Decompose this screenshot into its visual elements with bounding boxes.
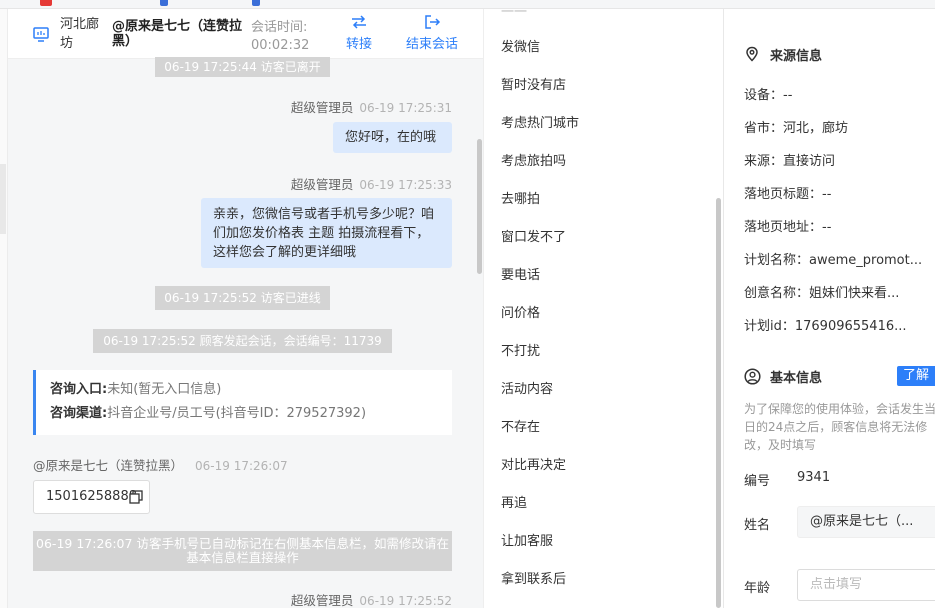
transfer-label: 转接 [345,37,372,52]
browser-tab-strip [0,0,935,9]
agent-meta: 超级管理员 06-19 17:25:31 [291,97,452,116]
name-label: 姓名 [744,518,771,533]
system-message: 06-19 17:25:52 访客已进线 [155,286,330,310]
age-input[interactable] [810,577,930,592]
quick-reply-item[interactable]: 拿到联系后 [501,568,566,587]
entry-value: 未知(暂无入口信息) [107,382,222,397]
transfer-icon [352,15,366,29]
agent-name: 超级管理员 [290,593,354,608]
source-field: 来源：直接访问 [744,154,836,169]
name-field[interactable]: @原来是七七（... [797,506,935,538]
quick-reply-item[interactable]: 问价格 [501,302,540,321]
edit-notice: 为了保障您的使用体验，会话发生当日的24点之后，顾客信息将无法修改，及时填写 [744,402,935,452]
plan-name-field: 计划名称：aweme_promot... [744,253,923,268]
province-field: 省市：河北，廊坊 [744,121,849,136]
quick-reply-item[interactable]: 暂时没有店 [501,74,566,93]
system-message: 06-19 17:26:07 访客手机号已自动标记在右侧基本信息栏，如需修改请在… [33,531,452,571]
quick-reply-item[interactable]: 去哪拍 [501,188,540,207]
creative-name-field: 创意名称：姐妹们快来看... [744,286,900,301]
message-time: 06-19 17:25:52 [359,594,452,608]
transfer-button[interactable]: 转接 [344,14,374,52]
tab-favicon [252,0,260,6]
learn-more-button[interactable]: 了解 ▾ [897,366,935,403]
quick-reply-list: 一一 发微信 暂时没有店 考虑热门城市 考虑旅拍吗 去哪拍 窗口发不了 要电话 … [483,9,719,608]
channel-label: 咨询渠道: [50,406,108,421]
session-time-label: 会话时间: [251,20,308,35]
exit-icon [425,15,441,29]
age-field[interactable] [797,569,935,601]
session-time-value: 00:02:32 [251,38,310,53]
consult-info-card: 咨询入口:未知(暂无入口信息) 咨询渠道:抖音企业号/员工号(抖音号ID：279… [33,370,452,435]
visitor-name: @原来是七七（连赞拉黑） [112,19,243,49]
visitor-location: 河北廊坊 [60,17,100,51]
agent-name: 超级管理员 [290,177,354,192]
source-info-title: 来源信息 [744,45,822,64]
agent-name: 超级管理员 [290,100,354,115]
chat-panel: 河北廊坊 @原来是七七（连赞拉黑） 会话时间: 00:02:32 转接 结束会话… [8,9,483,608]
id-label: 编号 [744,474,771,489]
end-session-label: 结束会话 [405,37,458,52]
quick-reply-item[interactable]: 考虑旅拍吗 [501,150,566,169]
visitor-name: @原来是七七（连赞拉黑） [33,458,184,473]
monitor-icon [33,27,49,42]
entry-label: 咨询入口: [50,382,108,397]
copy-icon[interactable] [129,490,143,504]
plan-id-field: 计划id：176909655416... [744,319,907,334]
device-field: 设备：-- [744,88,793,103]
quick-reply-partial: 一一 [501,9,528,20]
quick-reply-item[interactable]: 发微信 [501,36,540,55]
quick-reply-item[interactable]: 对比再决定 [501,454,566,473]
visitor-message-bubble: 15016258888 [33,480,150,514]
customer-info-panel: 来源信息 设备：-- 省市：河北，廊坊 来源：直接访问 落地页标题：-- 落地页… [724,9,935,608]
quick-reply-item[interactable]: 考虑热门城市 [501,112,579,131]
system-message: 06-19 17:25:44 访客已离开 [155,57,330,77]
chat-header: 河北廊坊 @原来是七七（连赞拉黑） 会话时间: 00:02:32 转接 结束会话 [8,9,483,59]
quick-reply-item[interactable]: 窗口发不了 [501,226,566,245]
landing-title-field: 落地页标题：-- [744,187,832,202]
app-root: 河北廊坊 @原来是七七（连赞拉黑） 会话时间: 00:02:32 转接 结束会话… [0,0,935,608]
quick-reply-item[interactable]: 让加客服 [501,530,553,549]
tab-favicon [160,0,168,6]
quick-reply-item[interactable]: 再追 [501,492,527,511]
system-message: 06-19 17:25:52 顾客发起会话，会话编号：11739 [93,329,392,353]
agent-meta: 超级管理员 06-19 17:25:52 [291,590,452,608]
end-session-button[interactable]: 结束会话 [402,14,462,52]
landing-url-field: 落地页地址：-- [744,220,832,235]
agent-message-bubble: 您好呀，在的哦 [333,122,452,153]
visitor-meta: @原来是七七（连赞拉黑） 06-19 17:26:07 [33,455,288,474]
basic-info-title: 基本信息 [744,367,822,386]
user-circle-icon [744,368,761,385]
message-time: 06-19 17:25:33 [359,178,452,192]
quick-reply-item[interactable]: 活动内容 [501,378,553,397]
age-label: 年龄 [744,581,771,596]
agent-message-bubble: 亲亲，您微信号或者手机号多少呢？咱们加您发价格表 主题 拍摄流程看下，这样您会了… [201,198,452,268]
tab-favicon [40,0,52,6]
channel-value: 抖音企业号/员工号(抖音号ID：279527392) [107,406,367,421]
quick-reply-item[interactable]: 要电话 [501,264,540,283]
chat-scrollbar[interactable] [477,139,482,274]
id-value: 9341 [797,470,831,485]
message-time: 06-19 17:25:31 [359,101,452,115]
quick-reply-scrollbar[interactable] [716,198,721,608]
agent-meta: 超级管理员 06-19 17:25:33 [291,174,452,193]
quick-reply-item[interactable]: 不存在 [501,416,540,435]
quick-reply-item[interactable]: 不打扰 [501,340,540,359]
visitor-message-text: 15016258888 [46,489,137,504]
message-time: 06-19 17:26:07 [195,459,288,473]
left-edge-panel [0,9,8,608]
location-pin-icon [746,46,758,62]
